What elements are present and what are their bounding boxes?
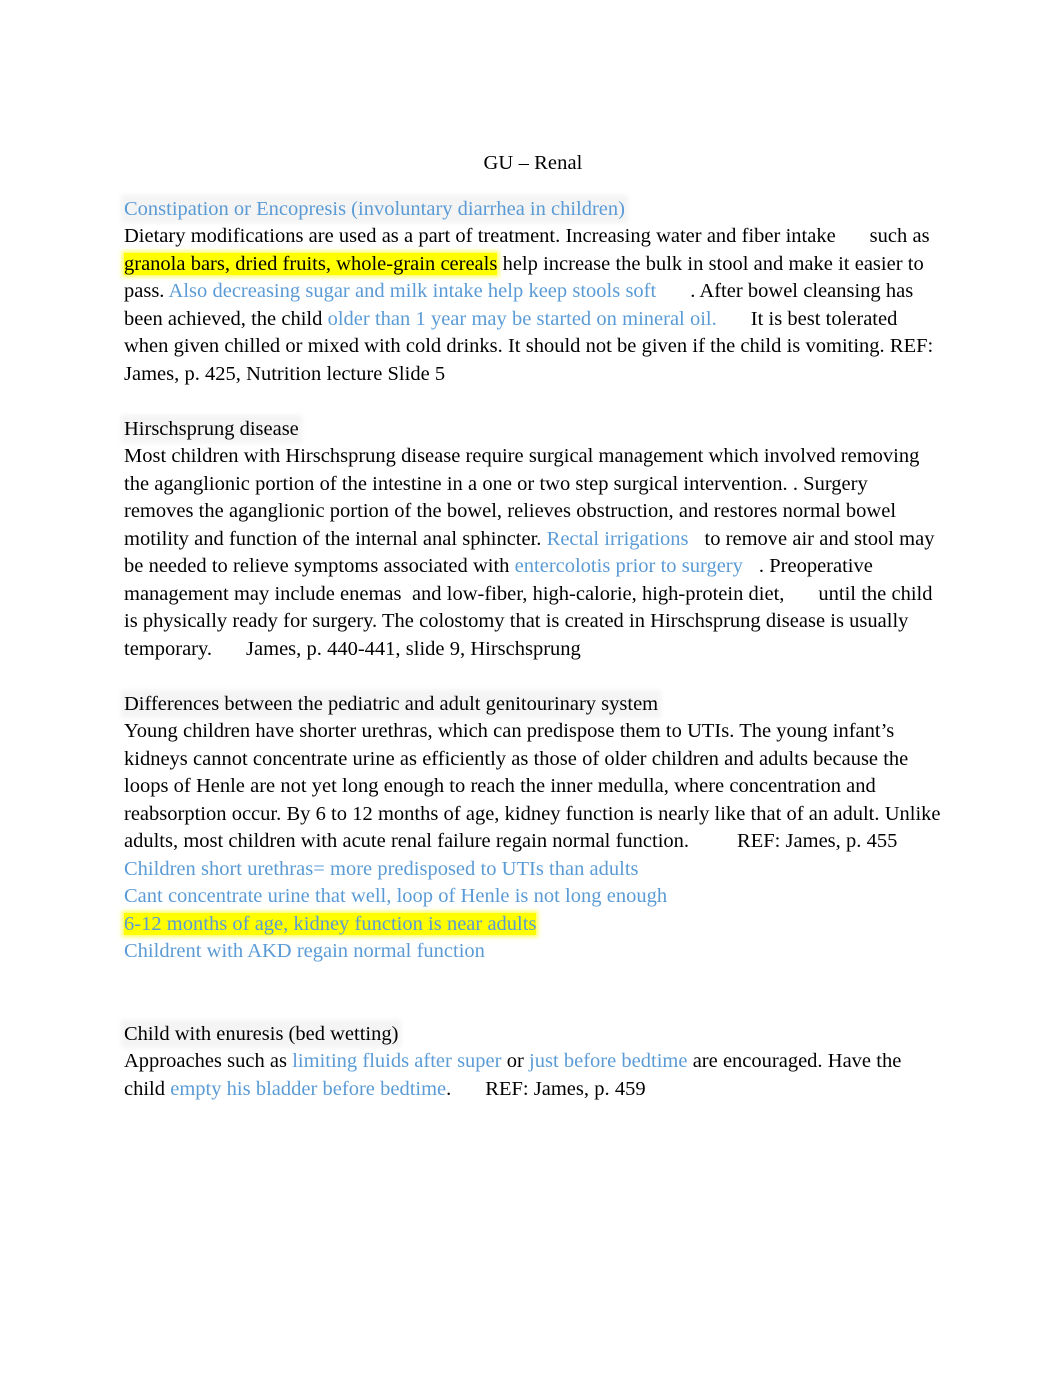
document-body: GU – Renal Constipation or Encopresis (i…	[124, 150, 942, 1103]
section-heading-enuresis: Child with enuresis (bed wetting)	[124, 1021, 942, 1049]
heading-text: Differences between the pediatric and ad…	[124, 692, 659, 715]
note-text: Children short urethras= more predispose…	[124, 857, 639, 880]
blue-text-rectal-irrigations: Rectal irrigations	[546, 527, 689, 550]
heading-text: Constipation or Encopresis (involuntary …	[124, 197, 625, 220]
note-text: Childrent with AKD regain normal functio…	[124, 940, 485, 962]
page-title: GU – Renal	[483, 152, 583, 174]
blue-text-before-bedtime: just before bedtime	[529, 1050, 688, 1072]
reference-text: REF: James, p. 459	[485, 1077, 646, 1100]
highlighted-text-food-examples: granola bars, dried fruits, whole-grain …	[124, 252, 498, 275]
text-run: such as	[869, 225, 930, 247]
text-run: Dietary modifications are used as a part…	[124, 225, 836, 247]
blue-text-mineral-oil: older than 1 year may be started on mine…	[327, 307, 717, 330]
heading-text: Child with enuresis (bed wetting)	[124, 1022, 399, 1045]
section-body-hirschsprung: Most children with Hirschsprung disease …	[124, 443, 942, 663]
section-body-constipation: Dietary modifications are used as a part…	[124, 223, 942, 388]
section-heading-hirschsprung: Hirschsprung disease	[124, 416, 942, 444]
note-line: Cant concentrate urine that well, loop o…	[124, 883, 942, 911]
section-heading-constipation: Constipation or Encopresis (involuntary …	[124, 196, 942, 224]
blue-text-empty-bladder: empty his bladder before bedtime	[170, 1077, 447, 1100]
text-run: .	[446, 1077, 452, 1100]
note-line: Childrent with AKD regain normal functio…	[124, 938, 942, 966]
note-text: Cant concentrate urine that well, loop o…	[124, 885, 668, 907]
section-body-gu-differences: Young children have shorter urethras, wh…	[124, 718, 942, 856]
note-line: 6-12 months of age, kidney function is n…	[124, 911, 942, 939]
text-run: or	[501, 1050, 530, 1072]
section-body-enuresis: Approaches such as limiting fluids after…	[124, 1048, 942, 1103]
reference-text: REF: James, p. 455	[737, 830, 898, 852]
note-line: Children short urethras= more predispose…	[124, 856, 942, 884]
text-run: Approaches such as	[124, 1050, 293, 1072]
note-text-highlighted: 6-12 months of age, kidney function is n…	[124, 912, 537, 935]
blue-text-entercolotis: entercolotis prior to surgery	[514, 555, 743, 577]
section-heading-gu-differences: Differences between the pediatric and ad…	[124, 691, 942, 719]
blue-text-limiting-fluids: limiting fluids after super	[292, 1050, 502, 1072]
heading-text: Hirschsprung disease	[124, 417, 299, 440]
blue-text-sugar-milk: Also decreasing sugar and milk intake he…	[168, 280, 657, 302]
document-page: GU – Renal Constipation or Encopresis (i…	[0, 0, 1062, 1377]
reference-text: James, p. 440-441, slide 9, Hirschsprung	[246, 637, 581, 660]
